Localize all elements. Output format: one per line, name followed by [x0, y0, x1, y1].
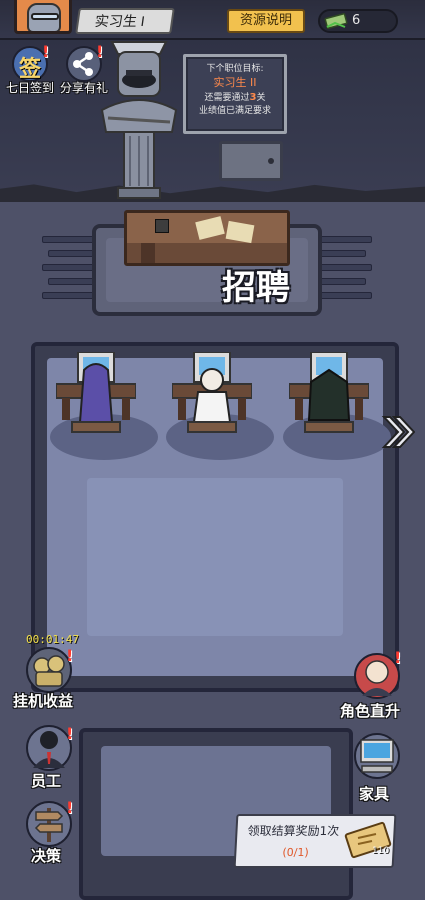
- money-counter[interactable]: 6: [318, 9, 398, 33]
- decision-label: 决策: [31, 847, 62, 865]
- avatar-glasses: [31, 13, 59, 20]
- recruit-rail: [320, 264, 372, 271]
- signin-alert-badge: !: [42, 42, 50, 61]
- role-upgrade-label: 角色直升: [340, 702, 401, 720]
- goal-heading: 下个职位目标:: [206, 64, 264, 74]
- recruit-rail: [320, 236, 372, 243]
- resource-info-button[interactable]: 资源说明: [227, 9, 305, 33]
- safe-knob: [268, 158, 274, 164]
- reward-count: 110: [372, 846, 390, 856]
- recruit-rail: [320, 278, 366, 285]
- staff-alert-badge: !: [66, 724, 74, 743]
- next-arrow-icon[interactable]: [381, 414, 415, 450]
- recruit-rail: [320, 292, 372, 299]
- rank-plate[interactable]: 实习生 I: [75, 8, 175, 34]
- rank-label: 实习生 I: [93, 13, 146, 29]
- employee-workstation-3[interactable]: [289, 352, 369, 442]
- goal-performance: 业绩值已满足要求: [198, 106, 271, 116]
- recruit-rail: [320, 250, 366, 257]
- furniture-icon[interactable]: [350, 730, 404, 780]
- idle-income-alert-badge: !: [66, 646, 74, 665]
- next-rank-goal-board: 下个职位目标: 实习生 II 还需要通过3关 业绩值已满足要求: [183, 54, 287, 134]
- goal-stage-requirement: 还需要通过3关: [186, 90, 284, 103]
- mug-icon: [155, 219, 169, 233]
- boss-statue[interactable]: [98, 40, 180, 200]
- goal-rank: 实习生 II: [213, 76, 257, 89]
- office-floor-inner: [87, 478, 343, 636]
- safe-icon[interactable]: [219, 141, 283, 181]
- employee-workstation-2[interactable]: [172, 352, 252, 442]
- furniture-label: 家具: [359, 785, 390, 803]
- reward-progress: (0/1): [282, 846, 310, 859]
- role-upgrade-alert-badge: !: [394, 648, 402, 667]
- reward-title: 领取结算奖励1次: [247, 824, 340, 838]
- recruit-rail: [48, 278, 94, 285]
- player-avatar[interactable]: [14, 0, 72, 34]
- goal-stage-prefix: 还需要通过: [204, 93, 250, 103]
- idle-income-label: 挂机收益: [13, 692, 74, 710]
- recruit-rail: [42, 236, 94, 243]
- decision-alert-badge: !: [66, 798, 74, 817]
- desk-leg: [141, 243, 155, 263]
- recruit-rail: [48, 250, 94, 257]
- staff-label: 员工: [31, 772, 62, 790]
- recruit-desk: [124, 210, 290, 266]
- money-amount: 6: [352, 13, 361, 28]
- cash-icon: [324, 13, 348, 29]
- top-bar: 实习生 I 资源说明 6: [0, 0, 425, 40]
- recruit-rail: [42, 264, 94, 271]
- recruit-rail: [42, 292, 94, 299]
- daily-signin-label: 七日签到: [6, 81, 55, 95]
- employee-workstation-1[interactable]: [56, 352, 136, 442]
- goal-stage-suffix: 关: [256, 93, 266, 103]
- recruit-title[interactable]: 招聘: [222, 260, 290, 309]
